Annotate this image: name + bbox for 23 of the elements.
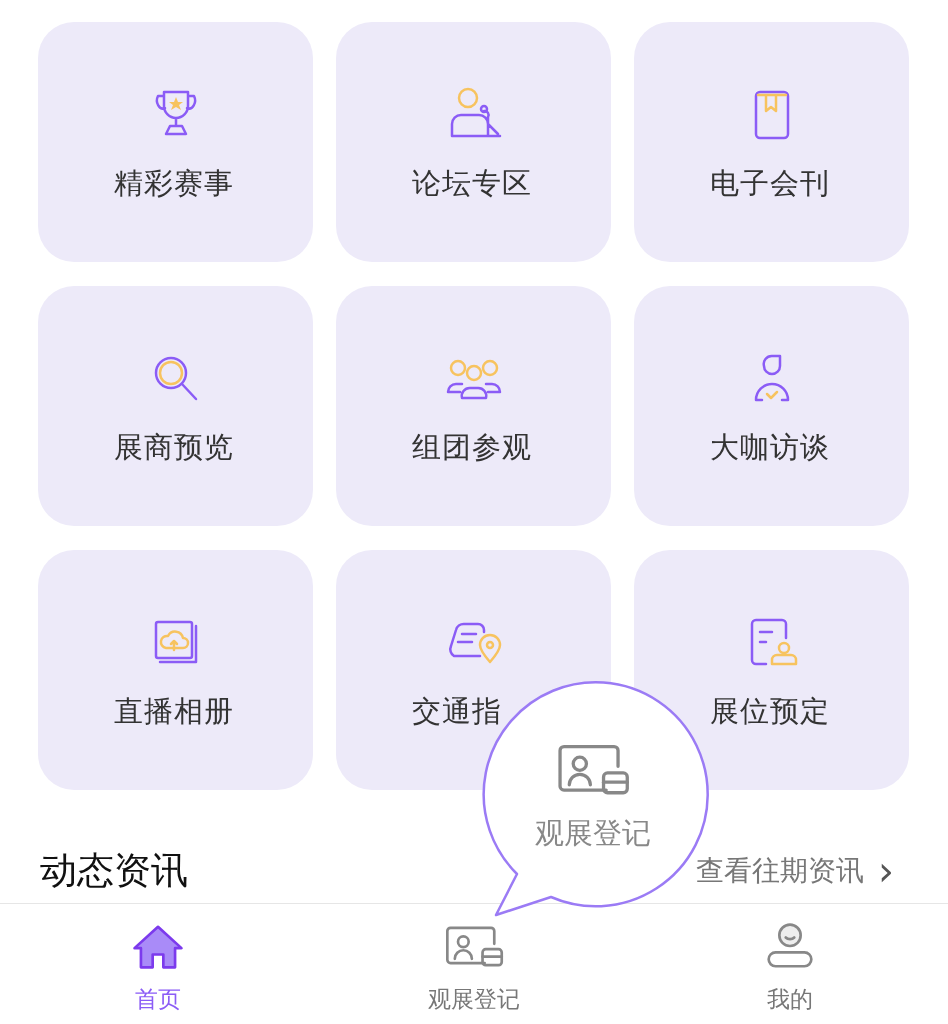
view-more-link[interactable]: 查看往期资讯 ›	[696, 851, 894, 891]
menu-label: 大咖访谈	[709, 429, 831, 466]
menu-label: 交通指	[411, 693, 503, 730]
menu-label: 精彩赛事	[113, 165, 235, 202]
menu-card[interactable]: 电子会刊	[634, 22, 909, 262]
menu-card[interactable]: 展位预定	[634, 550, 909, 790]
menu-card[interactable]: 组团参观	[336, 286, 611, 526]
tooltip-label: 观展登记	[535, 815, 651, 852]
menu-label: 组团参观	[411, 429, 533, 466]
menu-card[interactable]: 精彩赛事	[38, 22, 313, 262]
menu-card[interactable]: 直播相册	[38, 550, 313, 790]
menu-label: 电子会刊	[709, 165, 831, 202]
menu-label: 论坛专区	[411, 165, 533, 202]
tab[interactable]: 观展登记	[316, 904, 632, 1024]
section-title: 动态资讯	[40, 848, 188, 894]
menu-card[interactable]: 大咖访谈	[634, 286, 909, 526]
menu-label: 直播相册	[113, 693, 235, 730]
menu-label: 展位预定	[709, 693, 831, 730]
menu-card[interactable]: 展商预览	[38, 286, 313, 526]
menu-label: 展商预览	[113, 429, 235, 466]
tab[interactable]: 我的	[632, 904, 948, 1024]
menu-card[interactable]: 论坛专区	[336, 22, 611, 262]
tab[interactable]: 首页	[0, 904, 316, 1024]
